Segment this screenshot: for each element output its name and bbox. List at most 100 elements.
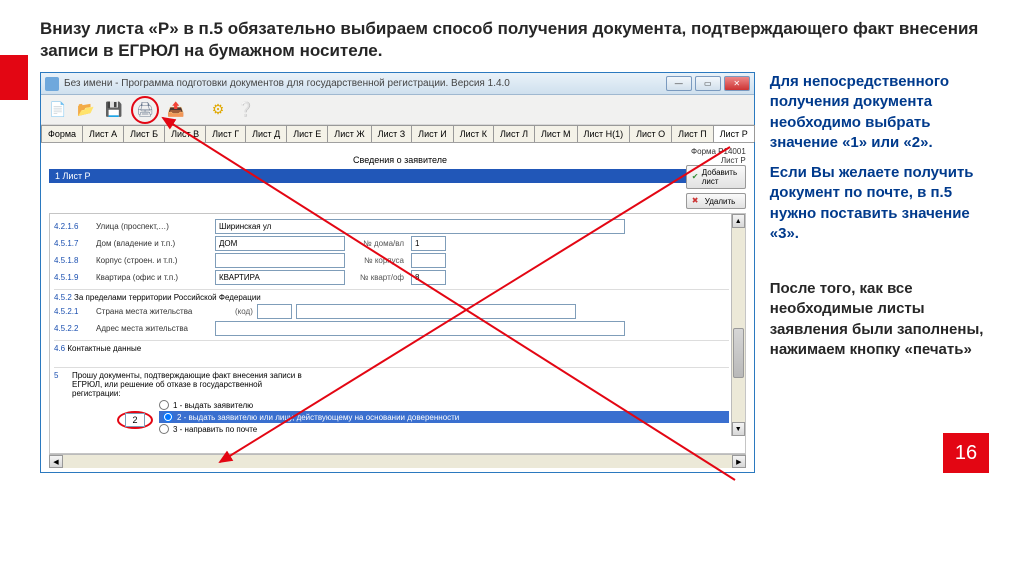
tab-g[interactable]: Лист Г bbox=[205, 125, 246, 142]
app-icon bbox=[45, 77, 59, 91]
row-num: 4.5.2.2 bbox=[54, 324, 92, 333]
section-label: Контактные данные bbox=[67, 344, 141, 353]
add-sheet-button[interactable]: ✔Добавить лист bbox=[686, 165, 746, 189]
tab-o[interactable]: Лист О bbox=[629, 125, 672, 142]
sheet-band[interactable]: 1 Лист Р bbox=[49, 169, 746, 183]
scroll-left-button[interactable]: ◀ bbox=[49, 455, 63, 468]
export-icon[interactable]: 📤 bbox=[165, 99, 187, 121]
row-num: 4.5.1.9 bbox=[54, 273, 92, 282]
minimize-button[interactable]: — bbox=[666, 76, 692, 91]
option-circle-annotation: 2 bbox=[117, 411, 153, 429]
country-code-input[interactable] bbox=[257, 304, 292, 319]
help-icon[interactable]: ❔ bbox=[235, 99, 257, 121]
add-sheet-label: Добавить лист bbox=[702, 168, 740, 186]
tab-p[interactable]: Лист П bbox=[671, 125, 714, 142]
tab-l[interactable]: Лист Л bbox=[493, 125, 535, 142]
row-num: 4.5.1.7 bbox=[54, 239, 92, 248]
scroll-down-button[interactable]: ▼ bbox=[732, 422, 745, 436]
close-button[interactable]: ✕ bbox=[724, 76, 750, 91]
sub-label: № кварт/оф bbox=[349, 273, 407, 282]
vertical-scrollbar[interactable]: ▲ ▼ bbox=[731, 214, 745, 436]
form-sheet: Лист Р bbox=[691, 156, 746, 165]
apt-num-input[interactable] bbox=[411, 270, 446, 285]
row-num: 4.5.2.1 bbox=[54, 307, 92, 316]
radio-1[interactable] bbox=[159, 400, 169, 410]
radio-opt3[interactable]: 3 - направить по почте bbox=[159, 423, 729, 435]
sub-label: № корпуса bbox=[349, 256, 407, 265]
row-label: Квартира (офис и т.п.) bbox=[96, 273, 211, 282]
tab-a[interactable]: Лист А bbox=[82, 125, 124, 142]
tabs-row: Форма Лист А Лист Б Лист В Лист Г Лист Д… bbox=[41, 125, 754, 143]
tab-v[interactable]: Лист В bbox=[164, 125, 206, 142]
window-title: Без имени - Программа подготовки докумен… bbox=[64, 78, 666, 89]
horizontal-scrollbar[interactable]: ◀ ▶ bbox=[49, 454, 746, 468]
opt2-label: 2 - выдать заявителю или лицу, действующ… bbox=[177, 413, 459, 422]
row-label: Дом (владение и т.п.) bbox=[96, 239, 211, 248]
radio-2[interactable] bbox=[163, 412, 173, 422]
row-num: 4.5.1.8 bbox=[54, 256, 92, 265]
tab-k[interactable]: Лист К bbox=[453, 125, 494, 142]
settings-icon[interactable]: ⚙ bbox=[207, 99, 229, 121]
opt1-label: 1 - выдать заявителю bbox=[173, 401, 253, 410]
street-input[interactable] bbox=[215, 219, 625, 234]
print-icon[interactable]: 🖨 bbox=[134, 99, 156, 121]
tab-r[interactable]: Лист Р bbox=[713, 125, 755, 142]
tab-forma[interactable]: Форма bbox=[41, 125, 83, 142]
maximize-button[interactable]: ▭ bbox=[695, 76, 721, 91]
app-window: Без имени - Программа подготовки докумен… bbox=[40, 72, 755, 473]
open-icon[interactable]: 📂 bbox=[75, 99, 97, 121]
row-label: Страна места жительства bbox=[96, 307, 211, 316]
titlebar: Без имени - Программа подготовки докумен… bbox=[41, 73, 754, 95]
scroll-right-button[interactable]: ▶ bbox=[732, 455, 746, 468]
row-num: 4.2.1.6 bbox=[54, 222, 92, 231]
side-paragraph-1: Для непосредственного получения документ… bbox=[770, 72, 989, 153]
row-label: Улица (проспект,…) bbox=[96, 222, 211, 231]
tab-m[interactable]: Лист М bbox=[534, 125, 578, 142]
tab-d[interactable]: Лист Д bbox=[245, 125, 287, 142]
form-code: Форма Р14001 bbox=[691, 147, 746, 156]
new-icon[interactable]: 📄 bbox=[47, 99, 69, 121]
opt3-label: 3 - направить по почте bbox=[173, 425, 257, 434]
fields-panel: 4.2.1.6 Улица (проспект,…) 4.5.1.7 Дом (… bbox=[49, 213, 746, 454]
print-circle-annotation: 🖨 bbox=[131, 96, 159, 124]
radio-opt2[interactable]: 2 - выдать заявителю или лицу, действующ… bbox=[159, 411, 729, 423]
section5-text: Прошу документы, подтверждающие факт вне… bbox=[72, 371, 302, 398]
form-title: Сведения о заявителе bbox=[109, 147, 691, 165]
tab-i[interactable]: Лист И bbox=[411, 125, 454, 142]
scroll-thumb[interactable] bbox=[733, 328, 744, 378]
tab-z[interactable]: Лист З bbox=[371, 125, 413, 142]
code-label: (код) bbox=[235, 307, 253, 316]
accent-bar bbox=[0, 55, 28, 100]
delivery-option-input[interactable]: 2 bbox=[125, 413, 145, 427]
delete-sheet-button[interactable]: ✖Удалить bbox=[686, 193, 746, 209]
foreign-address-input[interactable] bbox=[215, 321, 625, 336]
tab-zh[interactable]: Лист Ж bbox=[327, 125, 371, 142]
side-paragraph-3: После того, как все необходимые листы за… bbox=[770, 279, 989, 360]
house-num-input[interactable] bbox=[411, 236, 446, 251]
section-num: 4.6 bbox=[54, 344, 65, 353]
slide-header: Внизу листа «Р» в п.5 обязательно выбира… bbox=[40, 18, 989, 62]
section-label: За пределами территории Российской Федер… bbox=[74, 293, 261, 302]
scroll-up-button[interactable]: ▲ bbox=[732, 214, 745, 228]
tab-e[interactable]: Лист Е bbox=[286, 125, 328, 142]
apt-type-input[interactable] bbox=[215, 270, 345, 285]
page-number: 16 bbox=[943, 433, 989, 473]
section-num: 4.5.2 bbox=[54, 293, 72, 302]
side-paragraph-2: Если Вы желаете получить документ по поч… bbox=[770, 163, 989, 244]
korpus-type-input[interactable] bbox=[215, 253, 345, 268]
save-icon[interactable]: 💾 bbox=[103, 99, 125, 121]
radio-3[interactable] bbox=[159, 424, 169, 434]
delete-sheet-label: Удалить bbox=[705, 197, 736, 206]
row-label: Корпус (строен. и т.п.) bbox=[96, 256, 211, 265]
form-area: Сведения о заявителе Форма Р14001 Лист Р… bbox=[41, 143, 754, 472]
section-num: 5 bbox=[54, 371, 66, 380]
toolbar: 📄 📂 💾 🖨 📤 ⚙ ❔ bbox=[41, 95, 754, 125]
radio-opt1[interactable]: 1 - выдать заявителю bbox=[159, 399, 729, 411]
tab-b[interactable]: Лист Б bbox=[123, 125, 165, 142]
korpus-num-input[interactable] bbox=[411, 253, 446, 268]
tab-n1[interactable]: Лист Н(1) bbox=[577, 125, 631, 142]
sub-label: № дома/вл bbox=[349, 239, 407, 248]
house-type-input[interactable] bbox=[215, 236, 345, 251]
country-name-input[interactable] bbox=[296, 304, 576, 319]
row-label: Адрес места жительства bbox=[96, 324, 211, 333]
